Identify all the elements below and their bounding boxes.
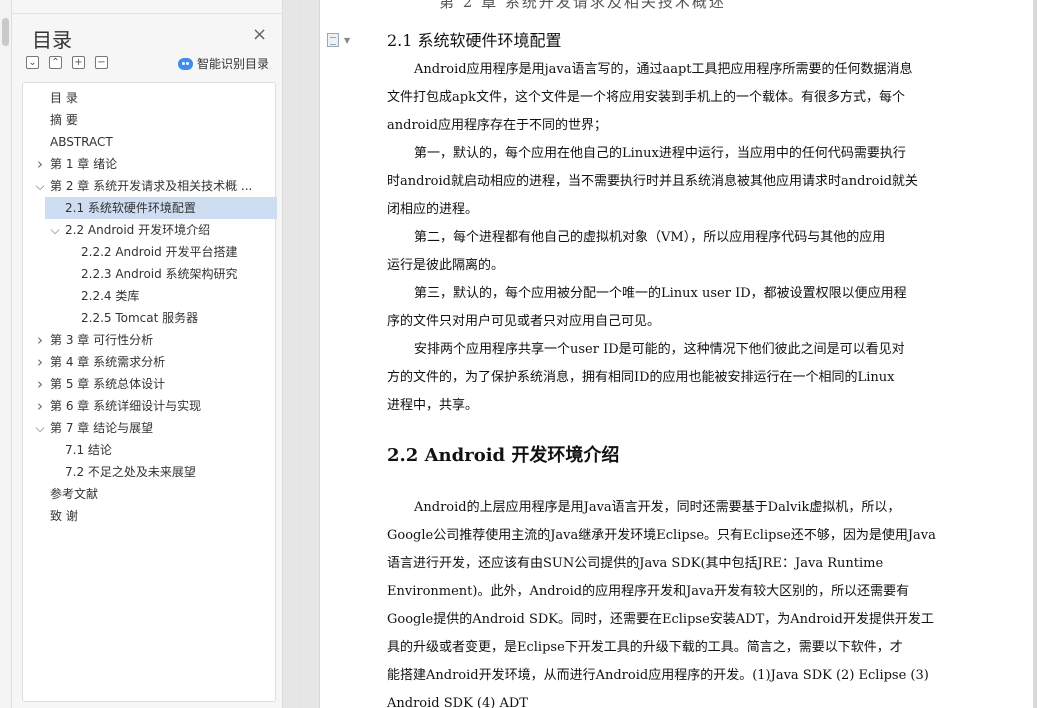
text-line: 语言进行开发，还应该有由SUN公司提供的Java SDK(其中包括JRE：Jav… [387,556,884,571]
toc-item[interactable]: 目 录 [23,87,275,109]
text-line: 能搭建Android开发环境，从而进行Android应用程序的开发。(1)Jav… [387,668,929,683]
toc-item-label: 摘 要 [50,113,78,127]
toc-item-label: ABSTRACT [50,135,113,149]
chevron-right-icon[interactable]: › [35,373,45,395]
text-line: 时android就启动相应的进程，当不需要执行时并且系统消息被其他应用请求时an… [387,174,918,189]
text-line: android应用程序存在于不同的世界； [387,118,607,133]
paragraph: 第一，默认的，每个应用在他自己的Linux进程中运行，当应用中的任何代码需要执行… [387,140,949,224]
toc-item-label: 第 5 章 系统总体设计 [50,377,166,391]
collapse-all-icon[interactable]: ⌄ [26,56,39,69]
toc-item-label: 第 6 章 系统详细设计与实现 [50,399,202,413]
remove-entry-icon[interactable]: − [95,56,108,69]
toc-item[interactable]: › 第 4 章 系统需求分析 [23,351,275,373]
text-line: 第三，默认的，每个应用被分配一个唯一的Linux user ID，都被设置权限以… [414,286,907,301]
toc-item[interactable]: 2.2.5 Tomcat 服务器 [23,307,275,329]
paragraph: Android的上层应用程序是用Java语言开发，同时还需要基于Dalvik虚拟… [387,494,949,708]
toc-item-label: 第 2 章 系统开发请求及相关技术概 ... [50,179,253,193]
toc-item[interactable]: › 第 5 章 系统总体设计 [23,373,275,395]
smart-toc-button[interactable]: 智能识别目录 [178,55,269,72]
toc-item[interactable]: ⌵ 第 2 章 系统开发请求及相关技术概 ... [23,175,275,197]
toc-item-label: 第 3 章 可行性分析 [50,333,154,347]
paragraph: 第二，每个进程都有他自己的虚拟机对象（VM），所以应用程序代码与其他的应用运行是… [387,224,949,280]
section-heading-2-1: 2.1 系统软硬件环境配置 [387,31,562,50]
toc-list: 目 录摘 要 ABSTRACT › 第 1 章 绪论 ⌵ 第 2 章 系统开发请求及相关技… [22,82,277,702]
toc-item[interactable]: 2.1 系统软硬件环境配置 [45,197,277,219]
chevron-right-icon[interactable]: › [35,329,45,351]
text-line: 序的文件只对用户可见或者只对应用自己可见。 [387,314,661,329]
toc-item[interactable]: ⌵ 第 7 章 结论与展望 [23,417,275,439]
expand-up-icon[interactable]: ⌃ [49,56,62,69]
toc-item[interactable]: 2.2.4 类库 [23,285,275,307]
paragraph: Android应用程序是用java语言写的，通过aapt工具把应用程序所需要的任… [387,56,949,140]
toc-item[interactable]: 2.2.2 Android 开发平台搭建 [23,241,275,263]
add-entry-icon[interactable]: + [72,56,85,69]
text-line: 方的文件的，为了保护系统消息，拥有相同ID的应用也能被安排运行在一个相同的Lin… [387,370,895,385]
text-line: 文件打包成apk文件，这个文件是一个将应用安装到手机上的一个载体。有很多方式，每… [387,90,905,105]
toc-item[interactable]: › 第 6 章 系统详细设计与实现 [23,395,275,417]
text-line: Google公司推荐使用主流的Java继承开发环境Eclipse。只有Eclip… [387,528,936,543]
toc-panel: 目录 × ⌄ ⌃ + − 智能识别目录 目 录摘 要 ABSTRACT › 第 1 章… [12,0,283,708]
chevron-right-icon[interactable]: › [35,395,45,417]
toc-item[interactable]: › 第 1 章 绪论 [23,153,275,175]
toc-item-label: 目 录 [50,91,78,105]
toc-item-label: 2.2.3 Android 系统架构研究 [81,267,238,281]
toc-item-label: 2.2.4 类库 [81,289,140,303]
toc-item[interactable]: ABSTRACT [23,131,275,153]
toc-item-label: 第 7 章 结论与展望 [50,421,154,435]
text-line: 运行是彼此隔离的。 [387,258,505,273]
text-line: Google提供的Android SDK。同时，还需要在Eclipse安装ADT… [387,612,934,627]
chevron-down-icon[interactable]: ⌵ [50,219,60,241]
cut-heading-text: 第 2 章 系统开发请求及相关技术概述 [439,0,726,11]
text-line: Android SDK (4) ADT [387,696,528,708]
chevron-right-icon[interactable]: › [35,351,45,373]
toc-top-bar [12,0,283,14]
toc-item-label: 7.2 不足之处及未来展望 [65,465,196,479]
toc-toolbar: ⌄ ⌃ + − [26,56,108,69]
text-line: Android应用程序是用java语言写的，通过aapt工具把应用程序所需要的任… [414,62,913,77]
text-line: 具的升级或者变更，是Eclipse下开发工具的升级下载的工具。简言之，需要以下软… [387,640,903,655]
left-scrollbar[interactable] [0,0,12,708]
toc-item[interactable]: 2.2.3 Android 系统架构研究 [23,263,275,285]
left-scrollbar-thumb[interactable] [2,18,9,46]
document-icon[interactable] [327,33,339,47]
page-gutter [283,0,319,708]
toc-item[interactable]: 摘 要 [23,109,275,131]
toc-item[interactable]: 参考文献 [23,483,275,505]
toc-item[interactable]: 7.2 不足之处及未来展望 [23,461,275,483]
text-line: 安排两个应用程序共享一个user ID是可能的，这种情况下他们彼此之间是可以看见… [414,342,905,357]
toc-item-label: 致 谢 [50,509,78,523]
toc-item-label: 第 4 章 系统需求分析 [50,355,166,369]
toc-item-label: 2.2.2 Android 开发平台搭建 [81,245,238,259]
text-line: 进程中，共享。 [387,398,479,413]
toc-title: 目录 [32,28,72,52]
robot-icon [178,57,193,70]
page-top-cut: 第 2 章 系统开发请求及相关技术概述 [319,0,1033,14]
text-line: 闭相应的进程。 [387,202,479,217]
toc-item-label: 7.1 结论 [65,443,112,457]
toc-item-label: 参考文献 [50,487,99,501]
chevron-right-icon[interactable]: › [35,153,45,175]
chevron-down-icon[interactable]: ⌵ [35,417,45,439]
toc-item-label: 第 1 章 绪论 [50,157,118,171]
text-line: Environment)。此外，Android的应用程序开发和Java开发有较大… [387,584,910,599]
close-icon[interactable]: × [252,26,267,44]
toc-item-label: 2.1 系统软硬件环境配置 [65,201,196,215]
chevron-down-icon[interactable]: ⌵ [35,175,45,197]
text-line: 第一，默认的，每个应用在他自己的Linux进程中运行，当应用中的任何代码需要执行 [414,146,906,161]
text-line: Android的上层应用程序是用Java语言开发，同时还需要基于Dalvik虚拟… [414,500,901,515]
right-scrollbar[interactable] [1033,0,1037,708]
paragraph: 第三，默认的，每个应用被分配一个唯一的Linux user ID，都被设置权限以… [387,280,949,336]
section-heading-2-2: 2.2 Android 开发环境介绍 [387,445,620,466]
toc-item[interactable]: › 第 3 章 可行性分析 [23,329,275,351]
toc-item[interactable]: ⌵ 2.2 Android 开发环境介绍 [23,219,275,241]
paragraph: 安排两个应用程序共享一个user ID是可能的，这种情况下他们彼此之间是可以看见… [387,336,949,420]
toc-item[interactable]: 7.1 结论 [23,439,275,461]
toc-item-label: 2.2.5 Tomcat 服务器 [81,311,199,325]
smart-toc-label: 智能识别目录 [197,57,270,71]
toc-item-label: 2.2 Android 开发环境介绍 [65,223,211,237]
chevron-down-icon[interactable]: ▼ [344,36,350,45]
text-line: 第二，每个进程都有他自己的虚拟机对象（VM），所以应用程序代码与其他的应用 [414,230,886,245]
toc-item[interactable]: 致 谢 [23,505,275,527]
